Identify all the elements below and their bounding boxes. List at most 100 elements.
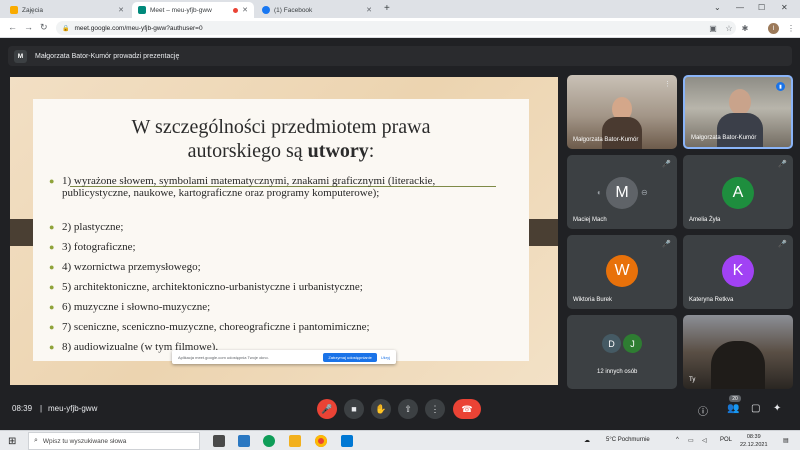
remove-icon[interactable]: ⊖ bbox=[641, 188, 648, 197]
stop-sharing-button[interactable]: Zatrzymaj udostępnianie bbox=[323, 352, 377, 362]
slide-ribbon-left bbox=[10, 219, 34, 246]
presentation-slide: W szczególności przedmiotem prawa autors… bbox=[33, 99, 529, 361]
others-tile[interactable]: D J 12 innych osób bbox=[567, 315, 677, 389]
network-icon[interactable]: ▭ bbox=[688, 437, 694, 444]
slide-ribbon-right bbox=[526, 219, 558, 246]
participant-tile[interactable]: 🎤 K Kateryna Retkva bbox=[683, 235, 793, 309]
tab-meet[interactable]: Meet – meu-yfjb-gww ✕ bbox=[132, 2, 254, 18]
activities-icon[interactable]: ✦ bbox=[773, 403, 781, 414]
participant-tile-active[interactable]: ▮ Małgorzata Bator-Kumór bbox=[683, 75, 793, 149]
mic-off-icon: 🎤 bbox=[778, 161, 787, 168]
present-icon: ⇧ bbox=[404, 403, 412, 414]
participant-tile[interactable]: 🎤 M ◐ ⊖ Maciej Mach bbox=[567, 155, 677, 229]
slide-title: W szczególności przedmiotem prawa autors… bbox=[131, 116, 431, 162]
profile-avatar[interactable]: I bbox=[768, 23, 779, 34]
taskbar-search[interactable]: ⌕ Wpisz tu wyszukiwane słowa bbox=[28, 432, 200, 450]
forward-icon[interactable]: → bbox=[24, 22, 33, 32]
windows-start-icon[interactable]: ⊞ bbox=[8, 436, 16, 447]
people-icon[interactable]: 👥 bbox=[727, 403, 739, 414]
participant-tile[interactable]: ⋮ Małgorzata Bator-Kumór bbox=[567, 75, 677, 149]
participant-avatar: J bbox=[623, 334, 642, 353]
slide-bullet: ● 4) wzornictwa przemysłowego; bbox=[49, 261, 201, 273]
address-bar-row: ← → ↻ 🔒 meet.google.com/meu-yfjb-gww?aut… bbox=[0, 18, 800, 38]
raise-hand-button[interactable]: ✋ bbox=[371, 399, 391, 419]
mic-off-icon: 🎤 bbox=[321, 403, 333, 414]
close-tab-icon[interactable]: ✕ bbox=[242, 6, 248, 14]
extensions-icon[interactable]: ✱ bbox=[740, 23, 750, 33]
participants-count-badge: 20 bbox=[729, 395, 741, 402]
meeting-time: 08:39 bbox=[12, 404, 33, 413]
notifications-icon[interactable]: ▤ bbox=[783, 437, 789, 444]
maximize-icon[interactable]: ☐ bbox=[758, 3, 765, 12]
more-vert-icon: ⋮ bbox=[430, 403, 440, 414]
volume-icon[interactable]: ◁ bbox=[702, 437, 707, 444]
facebook-icon bbox=[262, 6, 270, 14]
participant-tile[interactable]: 🎤 A Amelia Żyła bbox=[683, 155, 793, 229]
presenter-avatar: M bbox=[14, 49, 27, 63]
weather-text[interactable]: 5°C Pochmurnie bbox=[606, 437, 650, 443]
app-icon[interactable] bbox=[263, 435, 275, 447]
close-tab-icon[interactable]: ✕ bbox=[118, 6, 124, 14]
participant-tile[interactable]: 🎤 W Wiktoria Burek bbox=[567, 235, 677, 309]
phone-hangup-icon: ☎ bbox=[461, 403, 473, 414]
file-explorer-icon[interactable] bbox=[289, 435, 301, 447]
new-tab-button[interactable]: + bbox=[384, 3, 390, 14]
chrome-icon[interactable] bbox=[315, 435, 327, 447]
store-icon[interactable] bbox=[341, 435, 353, 447]
participant-avatar: K bbox=[722, 255, 754, 287]
present-button[interactable]: ⇧ bbox=[398, 399, 418, 419]
url-bar[interactable]: 🔒 meet.google.com/meu-yfjb-gww?authuser=… bbox=[56, 21, 736, 35]
more-options-icon[interactable]: ⋮ bbox=[664, 80, 671, 88]
bookmark-star-icon[interactable]: ☆ bbox=[724, 23, 734, 33]
participant-video-body bbox=[717, 113, 763, 147]
back-icon[interactable]: ← bbox=[8, 22, 17, 32]
tab-search-icon[interactable]: ⌄ bbox=[714, 3, 721, 12]
meeting-code: meu-yfjb-gww bbox=[48, 404, 98, 413]
camera-in-use-icon[interactable]: ▣ bbox=[708, 23, 718, 33]
mic-toggle-button[interactable]: 🎤 bbox=[317, 399, 337, 419]
search-icon: ⌕ bbox=[34, 437, 38, 444]
slide-bullet: ● 3) fotograficzne; bbox=[49, 241, 136, 253]
task-view-icon[interactable] bbox=[213, 435, 225, 447]
slide-bullet: ● 7) sceniczne, sceniczno-muzyczne, chore… bbox=[49, 321, 370, 333]
tab-facebook[interactable]: (1) Facebook ✕ bbox=[256, 2, 378, 18]
mic-off-icon: 🎤 bbox=[662, 241, 671, 248]
meet-icon bbox=[138, 6, 146, 14]
bullet-icon: ● bbox=[49, 262, 55, 272]
tab-zajecia[interactable]: Zajęcia ✕ bbox=[4, 2, 130, 18]
presenter-banner-text: Małgorzata Bator-Kumór prowadzi prezenta… bbox=[35, 52, 180, 60]
language-indicator[interactable]: POL bbox=[720, 437, 732, 443]
reload-icon[interactable]: ↻ bbox=[40, 22, 48, 33]
participant-avatar: D bbox=[602, 334, 621, 353]
bullet-icon: ● bbox=[49, 176, 55, 186]
speaking-indicator-icon: ▮ bbox=[776, 82, 785, 91]
slide-bullet: ● 6) muzyczne i słowno-muzyczne; bbox=[49, 301, 211, 313]
close-tab-icon[interactable]: ✕ bbox=[366, 6, 372, 14]
slide-bullet: ● 5) architektoniczne, architektoniczno-u… bbox=[49, 281, 363, 293]
raise-hand-icon: ◐ bbox=[597, 188, 602, 197]
end-call-button[interactable]: ☎ bbox=[453, 399, 481, 419]
windows-taskbar: ⊞ ⌕ Wpisz tu wyszukiwane słowa ☁ 5°C Poc… bbox=[0, 430, 800, 450]
bullet-icon: ● bbox=[49, 282, 55, 292]
bullet-icon: ● bbox=[49, 222, 55, 232]
minimize-icon[interactable]: — bbox=[736, 3, 744, 12]
presenter-banner: M Małgorzata Bator-Kumór prowadzi prezen… bbox=[8, 46, 792, 66]
tray-arrow-icon[interactable]: ^ bbox=[676, 437, 679, 443]
participant-video-body bbox=[602, 117, 642, 149]
edge-icon[interactable] bbox=[238, 435, 250, 447]
separator: | bbox=[40, 404, 43, 413]
bullet-icon: ● bbox=[49, 322, 55, 332]
chat-icon[interactable]: ▢ bbox=[751, 403, 760, 414]
camera-toggle-button[interactable]: ■ bbox=[344, 399, 364, 419]
participant-video bbox=[729, 89, 751, 115]
taskbar-clock[interactable]: 08:39 22.12.2021 bbox=[740, 433, 768, 449]
participant-avatar: W bbox=[606, 255, 638, 287]
info-icon[interactable]: ⓘ bbox=[698, 403, 708, 418]
bullet-icon: ● bbox=[49, 302, 55, 312]
window-close-icon[interactable]: ✕ bbox=[781, 3, 788, 12]
hide-notice-button[interactable]: Ukryj bbox=[381, 355, 390, 360]
more-options-button[interactable]: ⋮ bbox=[425, 399, 445, 419]
menu-kebab-icon[interactable]: ⋮ bbox=[786, 23, 796, 33]
self-view-tile[interactable]: Ty bbox=[683, 315, 793, 389]
slide-bullet: ● 1) wyrażone słowem, symbolami matematyc… bbox=[49, 175, 436, 199]
